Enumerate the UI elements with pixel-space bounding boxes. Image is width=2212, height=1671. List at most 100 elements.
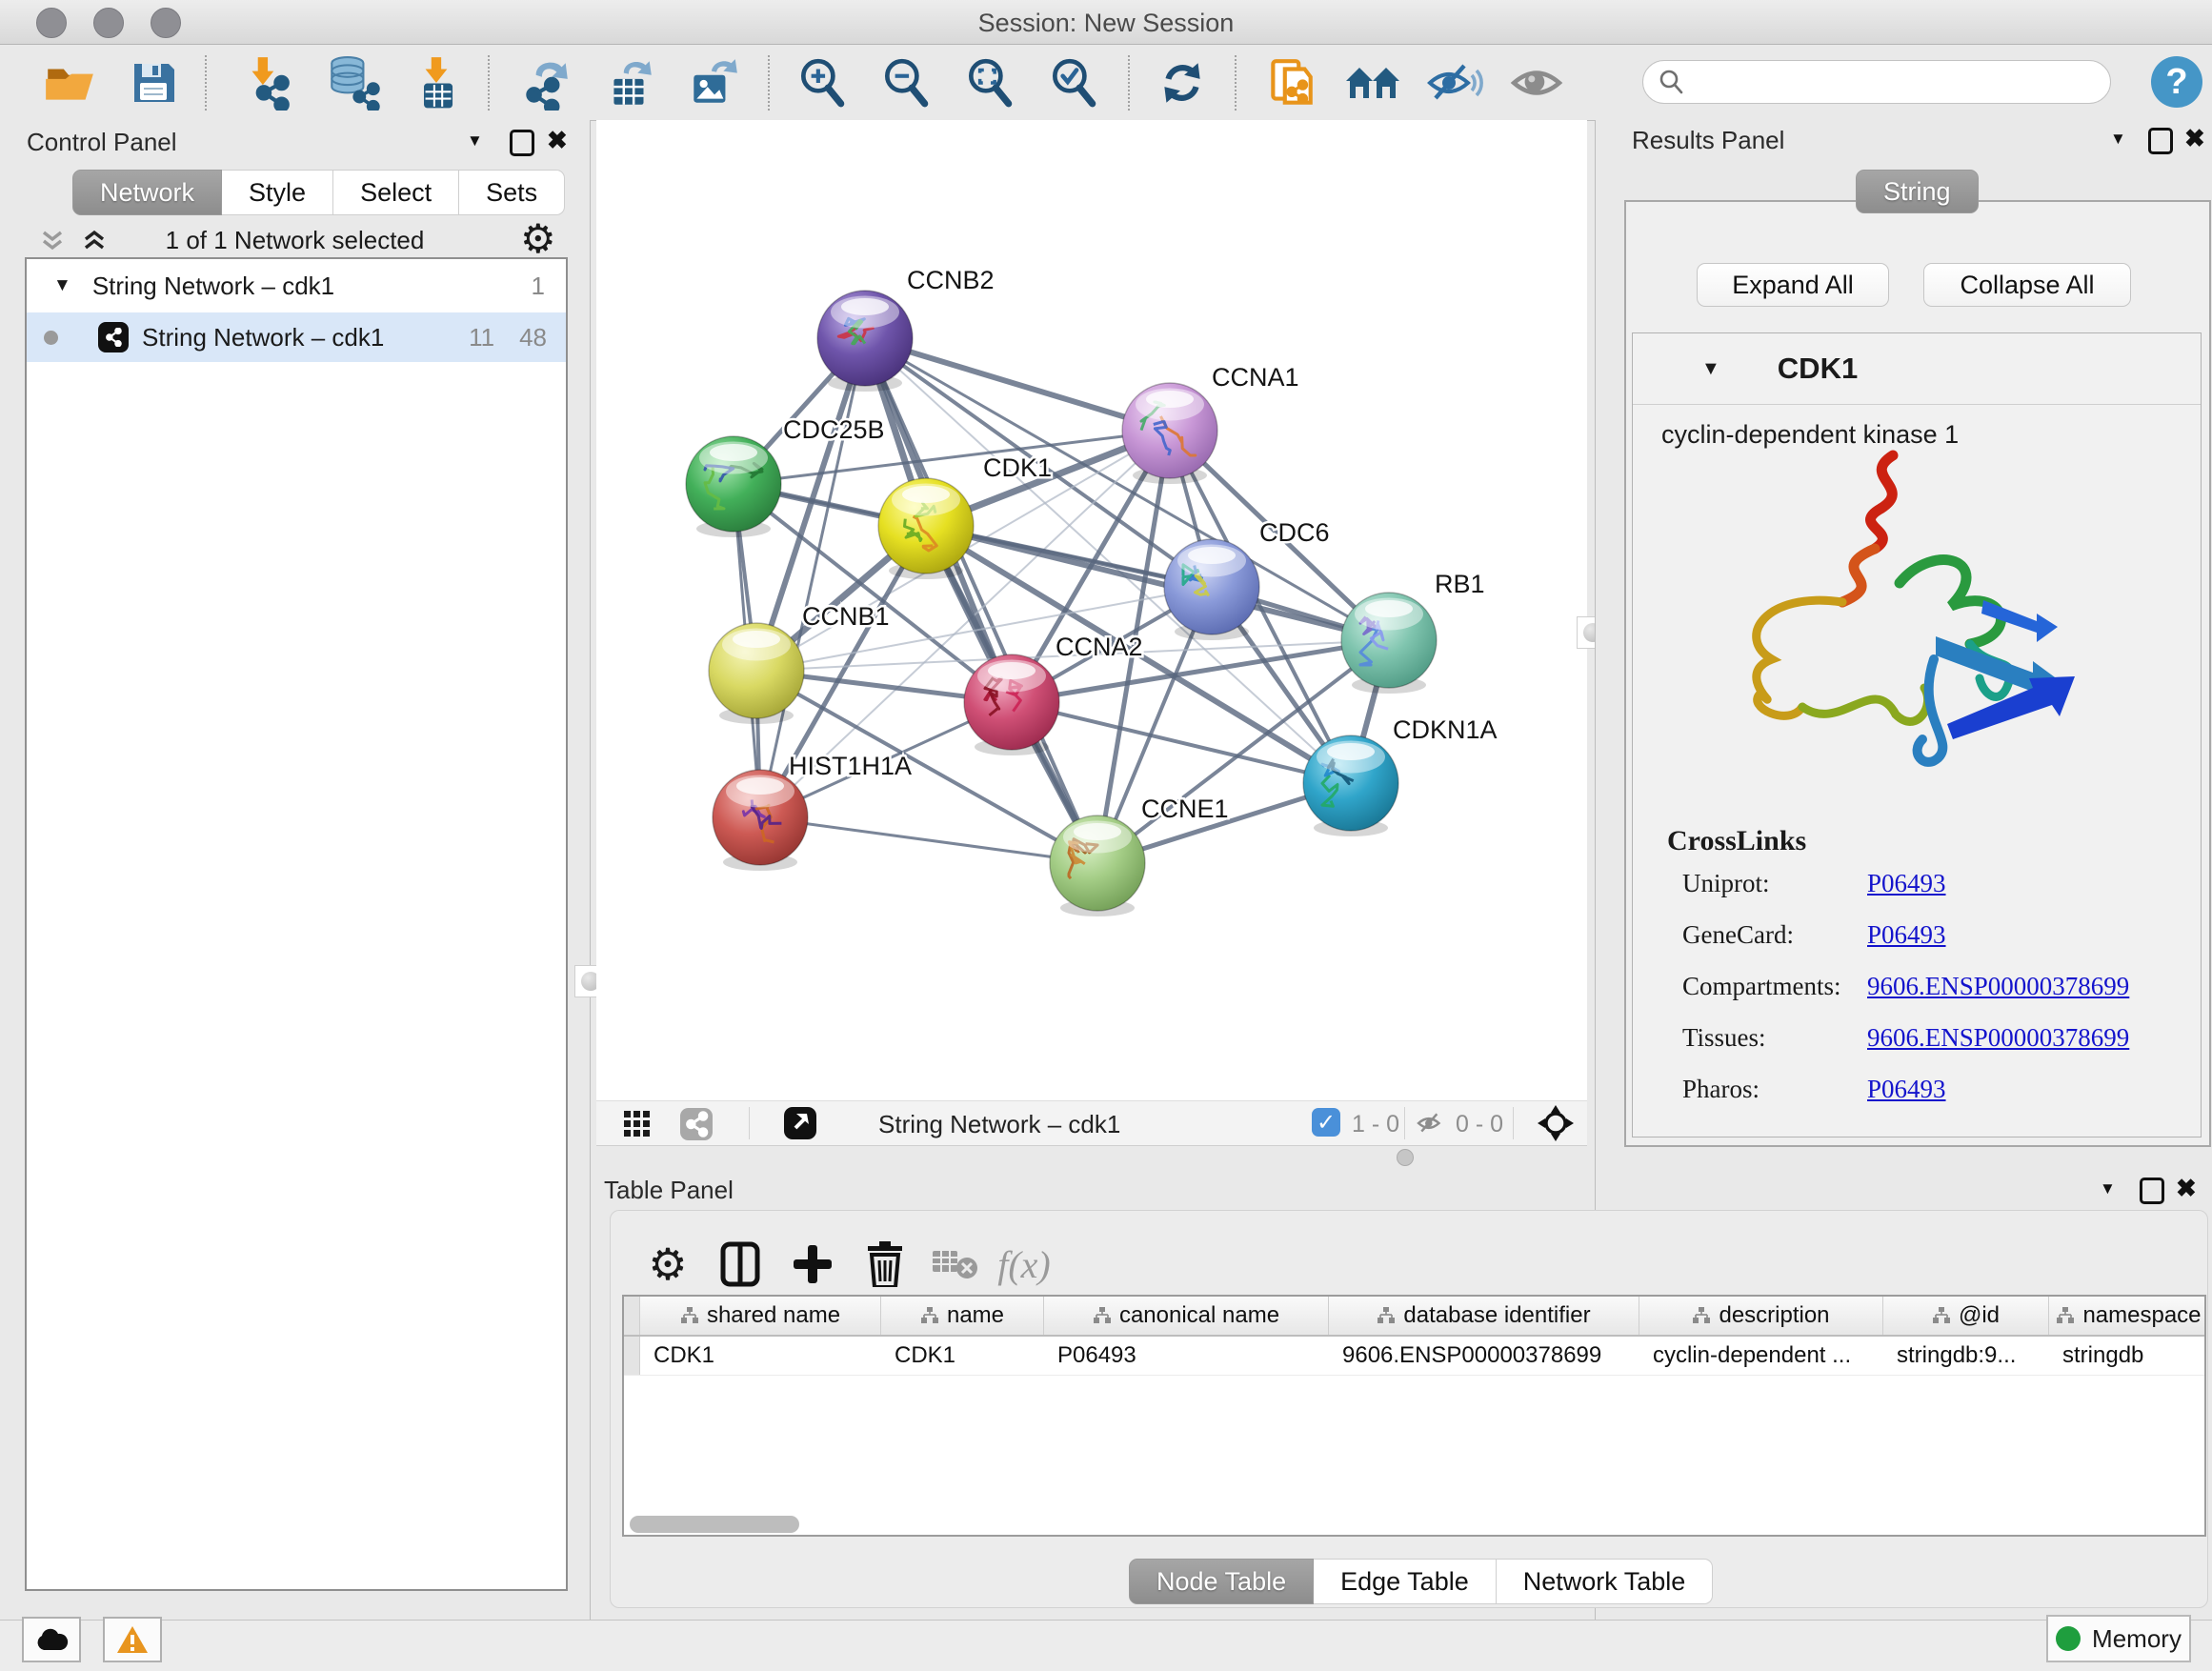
column-header-database-identifier[interactable]: database identifier xyxy=(1329,1297,1639,1335)
import-network-from-file-button[interactable] xyxy=(234,51,297,114)
control-panel-float-button[interactable] xyxy=(510,130,534,156)
table-horizontal-scrollbar[interactable] xyxy=(630,1516,799,1533)
network-row[interactable]: String Network – cdk1 11 48 xyxy=(27,312,566,362)
tab-style[interactable]: Style xyxy=(222,170,333,215)
help-button[interactable]: ? xyxy=(2151,56,2202,108)
network-node-CCNB2[interactable]: CCNB2 xyxy=(817,266,995,392)
network-node-CDKN1A[interactable]: CDKN1A xyxy=(1303,715,1498,836)
import-network-from-database-button[interactable] xyxy=(320,51,383,114)
table-panel-float-button[interactable] xyxy=(2140,1178,2164,1204)
tab-node-table[interactable]: Node Table xyxy=(1129,1559,1314,1604)
network-edge[interactable] xyxy=(760,338,865,817)
network-options-gear-icon[interactable]: ⚙ xyxy=(520,215,556,262)
network-node-CCNB1[interactable]: CCNB1 xyxy=(709,602,890,724)
collection-expander-icon[interactable]: ▼ xyxy=(53,275,71,296)
main-toolbar: ? xyxy=(0,45,2212,121)
import-table-from-file-button[interactable] xyxy=(406,51,469,114)
string-home-pair-button[interactable] xyxy=(1341,51,1404,114)
selected-checkbox[interactable]: ✓ xyxy=(1312,1108,1340,1137)
tab-edge-table[interactable]: Edge Table xyxy=(1314,1559,1497,1604)
collapse-all-button[interactable]: Collapse All xyxy=(1923,263,2131,307)
column-header-canonical-name[interactable]: canonical name xyxy=(1044,1297,1329,1335)
crosslink-value-link[interactable]: 9606.ENSP00000378699 xyxy=(1867,1023,2129,1053)
search-input[interactable] xyxy=(1685,68,2110,96)
network-node-RB1[interactable]: RB1 xyxy=(1341,570,1485,694)
network-node-CCNA1[interactable]: CCNA1 xyxy=(1122,363,1299,484)
zoom-selected-button[interactable] xyxy=(1042,51,1105,114)
column-header-@id[interactable]: @id xyxy=(1883,1297,2049,1335)
table-cell[interactable]: P06493 xyxy=(1044,1337,1329,1375)
column-header-name[interactable]: name xyxy=(881,1297,1044,1335)
grid-view-icon[interactable] xyxy=(623,1110,652,1138)
network-canvas[interactable]: CCNB2CCNA1CDC25BCDK1CDC6RB1CCNB1CCNA2CDK… xyxy=(596,120,1587,1100)
network-edge[interactable] xyxy=(865,338,1097,863)
delete-table-button[interactable] xyxy=(925,1234,986,1295)
string-hide-style-button[interactable] xyxy=(1423,51,1486,114)
results-panel-close-button[interactable]: ✖ xyxy=(2184,126,2205,151)
apply-layout-button[interactable] xyxy=(1151,51,1214,114)
network-edge-count: 48 xyxy=(519,323,547,352)
function-builder-button[interactable]: f(x) xyxy=(994,1234,1055,1295)
open-in-window-icon[interactable] xyxy=(783,1106,817,1140)
table-cell[interactable]: 9606.ENSP00000378699 xyxy=(1329,1337,1639,1375)
graphics-details-button[interactable] xyxy=(1505,51,1568,114)
zoom-fit-button[interactable] xyxy=(958,51,1021,114)
network-edge[interactable] xyxy=(760,817,1097,863)
tab-network[interactable]: Network xyxy=(72,170,222,215)
column-header-namespace[interactable]: namespace xyxy=(2049,1297,2206,1335)
table-cell[interactable]: stringdb xyxy=(2049,1337,2206,1375)
column-header-description[interactable]: description xyxy=(1639,1297,1883,1335)
node-label: CCNA2 xyxy=(1056,633,1143,661)
gene-symbol: CDK1 xyxy=(1778,352,1858,386)
delete-column-button[interactable] xyxy=(855,1234,915,1295)
control-panel-menu-button[interactable]: ▼ xyxy=(467,131,483,151)
network-graph[interactable]: CCNB2CCNA1CDC25BCDK1CDC6RB1CCNB1CCNA2CDK… xyxy=(596,120,1587,1100)
table-corner xyxy=(624,1297,640,1335)
export-image-button[interactable] xyxy=(682,51,745,114)
horizontal-splitter-handle[interactable] xyxy=(1397,1149,1414,1166)
save-session-button[interactable] xyxy=(122,51,185,114)
zoom-out-button[interactable] xyxy=(875,51,937,114)
table-cell[interactable]: cyclin-dependent ... xyxy=(1639,1337,1883,1375)
export-network-button[interactable] xyxy=(514,51,577,114)
crosslink-value-link[interactable]: 9606.ENSP00000378699 xyxy=(1867,972,2129,1001)
table-panel-menu-button[interactable]: ▼ xyxy=(2100,1179,2116,1198)
export-table-button[interactable] xyxy=(598,51,661,114)
results-panel-float-button[interactable] xyxy=(2148,128,2173,154)
create-column-button[interactable] xyxy=(782,1234,843,1295)
table-cell[interactable]: CDK1 xyxy=(640,1337,881,1375)
tab-string[interactable]: String xyxy=(1856,170,1979,213)
results-panel-menu-button[interactable]: ▼ xyxy=(2110,130,2126,149)
control-panel-close-button[interactable]: ✖ xyxy=(547,128,568,152)
column-header-shared-name[interactable]: shared name xyxy=(640,1297,881,1335)
gene-section-header[interactable]: ▼ CDK1 xyxy=(1633,333,2201,405)
table-options-gear-icon[interactable]: ⚙ xyxy=(637,1234,698,1295)
tab-sets[interactable]: Sets xyxy=(459,170,565,215)
tab-network-table[interactable]: Network Table xyxy=(1497,1559,1714,1604)
show-columns-button[interactable] xyxy=(710,1234,771,1295)
network-node-HIST1H1A[interactable]: HIST1H1A xyxy=(713,752,912,871)
view-toolbar-separator xyxy=(749,1107,750,1139)
crosslink-value-link[interactable]: P06493 xyxy=(1867,920,1946,950)
table-cell[interactable]: stringdb:9... xyxy=(1883,1337,2049,1375)
network-collection-row[interactable]: ▼ String Network – cdk1 1 xyxy=(27,259,566,312)
memory-button[interactable]: Memory xyxy=(2046,1615,2191,1662)
warning-button[interactable] xyxy=(103,1617,162,1662)
crosslink-value-link[interactable]: P06493 xyxy=(1867,869,1946,898)
zoom-in-button[interactable] xyxy=(791,51,854,114)
save-floppy-icon xyxy=(127,56,180,110)
expand-all-button[interactable]: Expand All xyxy=(1697,263,1889,307)
open-session-button[interactable] xyxy=(38,51,101,114)
view-toolbar-separator xyxy=(1404,1107,1405,1139)
string-copy-network-button[interactable] xyxy=(1259,51,1322,114)
table-row[interactable]: CDK1CDK1P064939606.ENSP00000378699cyclin… xyxy=(624,1337,2204,1376)
gene-expander-icon[interactable]: ▼ xyxy=(1701,358,1720,380)
table-panel-close-button[interactable]: ✖ xyxy=(2176,1176,2197,1200)
control-panel-title: Control Panel xyxy=(27,128,177,157)
table-cell[interactable]: CDK1 xyxy=(881,1337,1044,1375)
birds-eye-view-icon[interactable] xyxy=(1538,1105,1574,1141)
crosslink-value-link[interactable]: P06493 xyxy=(1867,1075,1946,1104)
network-share-view-icon[interactable] xyxy=(680,1108,713,1140)
cloud-button[interactable] xyxy=(22,1617,81,1662)
tab-select[interactable]: Select xyxy=(333,170,459,215)
